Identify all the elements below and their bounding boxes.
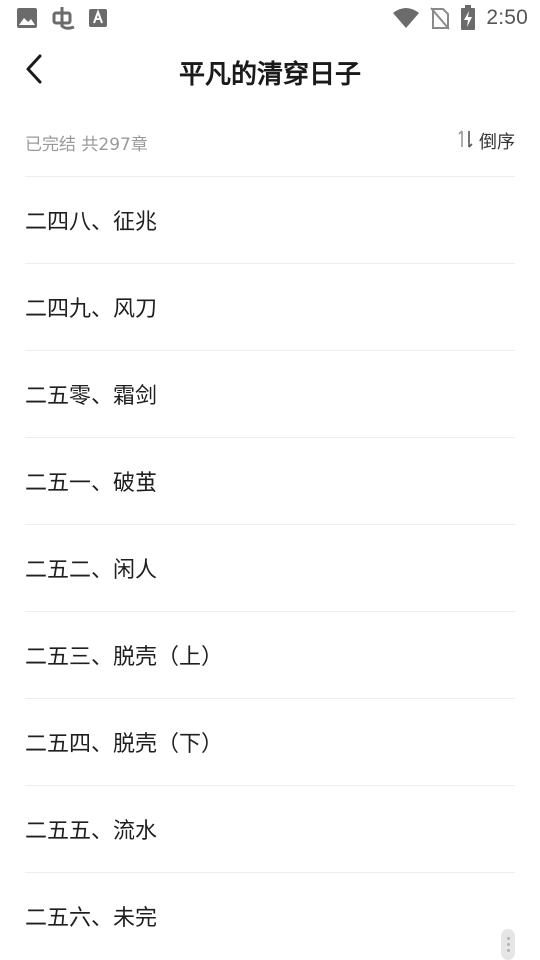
sort-order-label: 倒序 — [479, 132, 515, 153]
scroll-grip-dot — [506, 949, 510, 952]
sort-arrows-icon — [457, 129, 475, 153]
chapter-item[interactable]: 二五四、脱壳（下） — [25, 698, 515, 785]
chapter-item[interactable]: 二五二、闲人 — [25, 524, 515, 611]
scrollbar-handle[interactable] — [501, 929, 515, 960]
chapter-item[interactable]: 二五三、脱壳（上） — [25, 611, 515, 698]
app-header: 平凡的清穿日子 — [0, 36, 540, 106]
chapter-title: 二四八、征兆 — [25, 210, 158, 235]
book-info-row: 已完结 共297章 倒序 — [25, 124, 515, 158]
chapter-item[interactable]: 二五五、流水 — [25, 785, 515, 872]
chapter-list: 二四八、征兆 二四九、风刀 二五零、霜剑 二五一、破茧 二五二、闲人 二五三、脱… — [25, 176, 515, 959]
status-bar-notifications — [16, 6, 108, 30]
bug-icon — [50, 5, 76, 31]
chapter-title: 二五五、流水 — [25, 819, 158, 844]
chapter-title: 二五零、霜剑 — [25, 384, 158, 409]
chapter-title: 二五一、破茧 — [25, 471, 158, 496]
chapter-item[interactable]: 二四九、风刀 — [25, 263, 515, 350]
battery-charging-icon — [460, 5, 476, 31]
wifi-icon — [392, 7, 420, 29]
chapter-list-screen: 2:50 平凡的清穿日子 已完结 共297章 倒序 二四八、征兆 二四九、风刀 … — [0, 0, 540, 960]
keyboard-icon — [88, 8, 108, 28]
page-title: 平凡的清穿日子 — [178, 60, 361, 90]
completion-status: 已完结 共297章 — [25, 135, 148, 155]
chapter-title: 二四九、风刀 — [25, 297, 158, 322]
chapter-item[interactable]: 二五一、破茧 — [25, 437, 515, 524]
chapter-title: 二五六、未完 — [25, 906, 158, 931]
chapter-item[interactable]: 二五零、霜剑 — [25, 350, 515, 437]
scroll-grip-dot — [506, 943, 510, 946]
chapter-item[interactable]: 二四八、征兆 — [25, 176, 515, 263]
chapter-title: 二五四、脱壳（下） — [25, 732, 224, 757]
chapter-item[interactable]: 二五六、未完 — [25, 872, 515, 959]
no-sim-icon — [430, 6, 451, 30]
image-icon — [16, 7, 38, 29]
status-time: 2:50 — [486, 6, 528, 29]
status-bar-system: 2:50 — [392, 5, 528, 31]
status-bar: 2:50 — [0, 0, 540, 36]
chapter-title: 二五二、闲人 — [25, 558, 158, 583]
sort-order-button[interactable]: 倒序 — [457, 128, 515, 154]
chapter-title: 二五三、脱壳（上） — [25, 645, 224, 670]
scroll-grip-dot — [506, 937, 510, 940]
